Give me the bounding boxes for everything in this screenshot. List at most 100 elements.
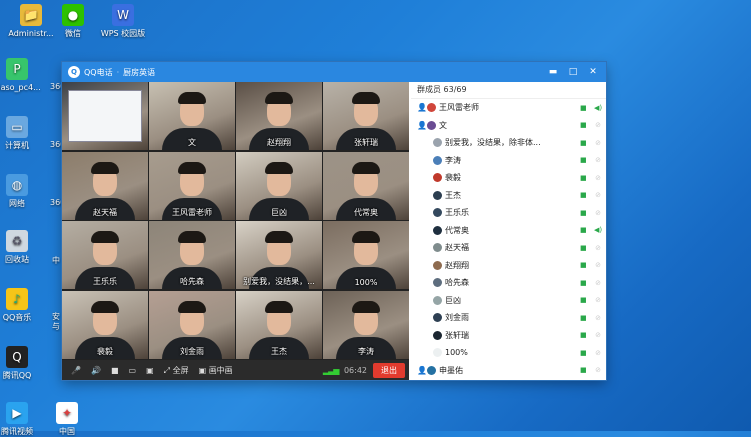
qq-music-icon: ♪	[6, 288, 28, 310]
member-row[interactable]: 王乐乐 ■ ⊘	[411, 204, 606, 222]
microphone-muted-icon: ⊘	[595, 296, 601, 305]
video-tile[interactable]: 张轩瑞	[323, 82, 409, 150]
desktop-icon-plaso[interactable]: P plaso_pc4...	[0, 58, 46, 93]
cast-button[interactable]: ▣	[146, 366, 154, 375]
video-tile[interactable]: 100%	[323, 221, 409, 289]
video-person	[91, 300, 119, 313]
window-titlebar[interactable]: Q QQ电话 · 厨房英语 ▬ □ ✕	[62, 62, 606, 82]
video-tile[interactable]: 代常奥	[323, 151, 409, 220]
member-row[interactable]: 张轩瑞 ■ ⊘	[411, 327, 606, 345]
video-tile-name: 100%	[354, 278, 378, 287]
member-name: 裴毅	[445, 173, 461, 183]
video-tile[interactable]: 王乐乐	[62, 221, 148, 289]
screen-share-button[interactable]: ▭	[129, 366, 137, 375]
video-person	[352, 92, 380, 104]
video-tile[interactable]: 刘金雨	[149, 290, 235, 359]
wps-icon: W	[112, 4, 134, 26]
member-row[interactable]: 刘金雨 ■ ⊘	[411, 309, 606, 327]
video-tile-name: 巨凶	[271, 207, 287, 217]
speaker-button[interactable]: 🔊	[91, 366, 101, 375]
video-tile-name: 裴毅	[97, 346, 113, 356]
camera-icon: ■	[580, 261, 587, 270]
window-app-title: QQ电话	[84, 67, 113, 77]
minimize-button[interactable]: ▬	[546, 67, 560, 77]
member-row[interactable]: 代常奥 ■ ◀)	[411, 222, 606, 240]
member-name: 申墨佑	[439, 365, 463, 375]
desktop-icon-qq-music[interactable]: ♪ QQ音乐	[0, 288, 46, 323]
tencent-video-icon: ▶	[6, 402, 28, 424]
video-tile[interactable]: 赵天福	[62, 151, 148, 220]
member-list: 👤 王风雷老师 ■ ◀) 👤 文 ■ ⊘ 别爱我，没结果，除非体... ■ ⊘ 李涛 ■ ⊘ 裴毅 ■ ⊘ 王杰 ■…	[411, 99, 606, 379]
microphone-muted-icon: ⊘	[595, 156, 601, 165]
pip-icon: ▣	[198, 365, 209, 375]
video-tile[interactable]: 哈先森	[149, 221, 235, 289]
shared-screen-preview	[68, 90, 142, 142]
video-tile[interactable]: 巨凶	[236, 151, 322, 220]
microphone-button[interactable]: 🎤	[71, 366, 81, 375]
desktop-icon-label: 腾讯QQ	[2, 371, 32, 380]
qq-icon: Q	[6, 346, 28, 368]
desktop-icon-computer[interactable]: ▭ 计算机	[0, 116, 46, 151]
video-person	[352, 231, 380, 243]
fullscreen-button[interactable]: ⤢ 全屏	[164, 365, 189, 376]
member-name: 文	[439, 120, 447, 130]
video-tile-name: 哈先森	[180, 277, 204, 286]
video-tile-name: 代常奥	[354, 207, 378, 217]
close-button[interactable]: ✕	[586, 67, 600, 77]
video-tile[interactable]: 别爱我，没结果，...	[236, 221, 322, 289]
member-row[interactable]: 裴毅 ■ ⊘	[411, 169, 606, 187]
member-name: 100%	[445, 348, 468, 358]
camera-icon: ■	[580, 278, 587, 287]
video-tile[interactable]: 王风雷老师	[149, 151, 235, 220]
member-row[interactable]: 王杰 ■ ⊘	[411, 187, 606, 205]
desktop-icon-shortcut[interactable]: ✦ 中国	[38, 402, 96, 437]
member-row[interactable]: 李涛 ■ ⊘	[411, 152, 606, 170]
desktop-icon-label: WPS 校园版	[100, 29, 146, 38]
pip-button[interactable]: ▣ 画中画	[199, 365, 233, 376]
member-row[interactable]: 赵天福 ■ ⊘	[411, 239, 606, 257]
member-row[interactable]: 巨凶 ■ ⊘	[411, 292, 606, 310]
camera-icon: ■	[580, 226, 587, 235]
member-name: 王乐乐	[445, 208, 469, 218]
video-tile[interactable]	[62, 82, 148, 150]
avatar	[433, 295, 442, 305]
camera-icon: ■	[580, 191, 587, 200]
desktop-icon-recycle-bin[interactable]: ♻ 回收站	[0, 230, 46, 265]
camera-icon: ■	[580, 103, 587, 112]
member-row[interactable]: 别爱我，没结果，除非体... ■ ⊘	[411, 134, 606, 152]
admin-person-icon: 👤	[417, 365, 427, 375]
member-name: 别爱我，没结果，除非体...	[445, 138, 541, 148]
video-tile[interactable]: 李涛	[323, 290, 409, 359]
member-row[interactable]: 👤 文 ■ ⊘	[411, 117, 606, 135]
microphone-muted-icon: ⊘	[595, 278, 601, 287]
desktop-icon-network[interactable]: ◍ 网络	[0, 174, 46, 209]
microphone-muted-icon: ⊘	[595, 208, 601, 217]
member-row[interactable]: 哈先森 ■ ⊘	[411, 274, 606, 292]
desktop-icon-label: 腾讯视频	[1, 427, 33, 436]
video-person	[178, 92, 206, 104]
qq-logo-icon: Q	[68, 66, 80, 78]
desktop-icon-qq[interactable]: Q 腾讯QQ	[0, 346, 46, 381]
camera-icon: ■	[580, 243, 587, 252]
camera-button[interactable]: ■	[111, 366, 119, 375]
member-name: 李涛	[445, 155, 461, 165]
computer-icon: ▭	[6, 116, 28, 138]
camera-icon: ■	[580, 173, 587, 182]
microphone-muted-icon: ⊘	[595, 331, 601, 340]
video-person	[265, 92, 293, 104]
member-row[interactable]: 👤 王风雷老师 ■ ◀)	[411, 99, 606, 117]
member-row[interactable]: 👤 申墨佑 ■ ⊘	[411, 362, 606, 380]
member-row[interactable]: 赵翔翔 ■ ⊘	[411, 257, 606, 275]
desktop-icon-wps[interactable]: W WPS 校园版	[88, 4, 158, 39]
desktop-icon-label: 回收站	[5, 255, 29, 264]
exit-call-button[interactable]: 退出	[373, 362, 405, 378]
desktop-icon-label: QQ音乐	[2, 313, 32, 322]
video-tile[interactable]: 王杰	[236, 290, 322, 359]
video-tile[interactable]: 赵翔翔	[236, 82, 322, 150]
fullscreen-icon: ⤢	[163, 365, 173, 375]
video-tile[interactable]: 裴毅	[62, 290, 148, 359]
member-row[interactable]: 100% ■ ⊘	[411, 344, 606, 362]
member-name: 张轩瑞	[445, 330, 469, 340]
maximize-button[interactable]: □	[566, 67, 580, 77]
video-tile[interactable]: 文	[149, 82, 235, 150]
